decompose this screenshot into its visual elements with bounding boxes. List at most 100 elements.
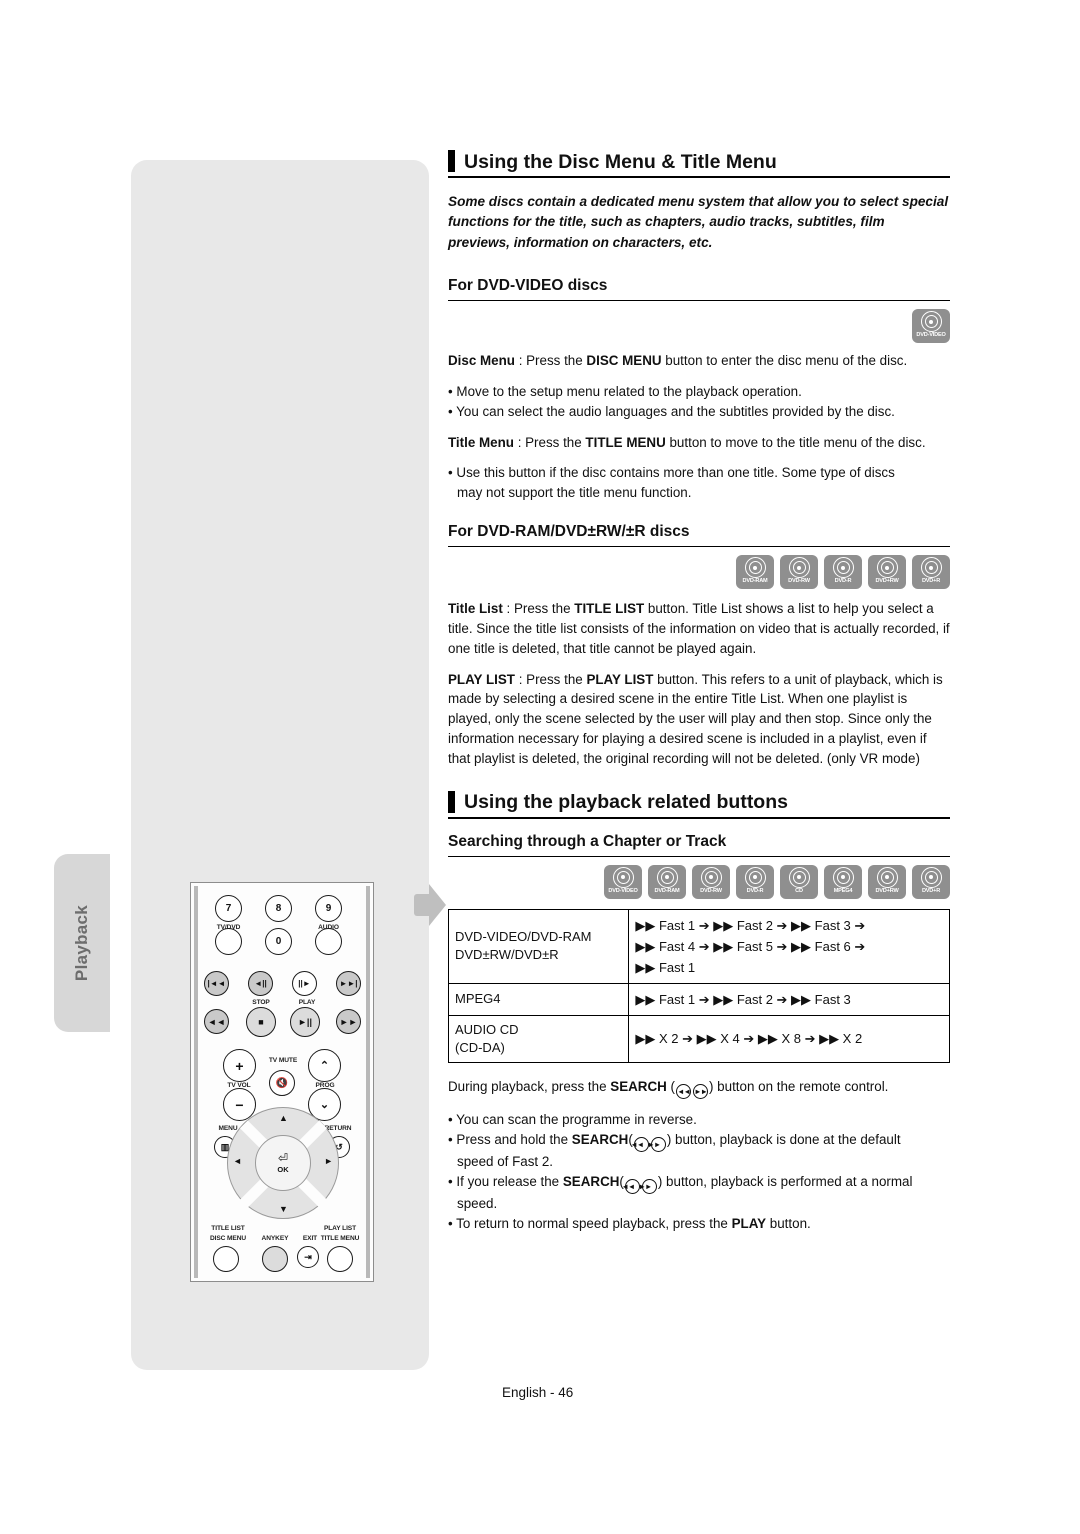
table-cell-disc-type: AUDIO CD (CD-DA) <box>447 1014 630 1063</box>
remote-key-prog-up[interactable]: ⌃ <box>308 1049 341 1082</box>
table-cell-line: ▶▶ Fast 4 ➔ ▶▶ Fast 5 ➔ ▶▶ Fast 6 ➔ <box>635 938 866 954</box>
disc-badge-dvd-ram: DVD-RAM <box>648 864 686 899</box>
key-label: − <box>235 1096 244 1113</box>
list-item: • Move to the setup menu related to the … <box>448 384 802 399</box>
remote-label-title-menu: TITLE MENU <box>320 1235 360 1242</box>
remote-key-9[interactable]: 9 <box>315 895 342 922</box>
remote-key-exit[interactable]: ⇥ <box>297 1246 319 1268</box>
disc-icon <box>920 557 942 579</box>
remote-key-step-forward[interactable]: ||► <box>292 971 317 996</box>
remote-key-tv-mute[interactable]: 🔇 <box>269 1070 295 1096</box>
table-cell-line: AUDIO CD <box>455 1021 519 1037</box>
table-row: AUDIO CD (CD-DA) ▶▶ X 2 ➔ ▶▶ X 4 ➔ ▶▶ X 8 … <box>447 1014 950 1063</box>
section-title: Using the Disc Menu & Title Menu <box>464 150 777 173</box>
ok-label: OK <box>277 1165 289 1174</box>
disc-badge-label: CD <box>795 887 803 894</box>
remote-key-skip-back[interactable]: |◄◄ <box>204 971 229 996</box>
disc-badge-label: DVD+R <box>921 887 941 894</box>
disc-badge-dvd-ram: DVD-RAM <box>736 555 774 590</box>
remote-label-anykey: ANYKEY <box>261 1235 289 1242</box>
forward-search-icon: ►► <box>638 1179 657 1195</box>
remote-key-8[interactable]: 8 <box>265 895 292 922</box>
remote-key-forward-search[interactable]: ►► <box>336 1009 361 1034</box>
remote-key-anykey[interactable] <box>262 1246 288 1272</box>
sidebar-tab-playback: Playback <box>54 854 110 1032</box>
search-speed-table: DVD-VIDEO/DVD-RAM DVD±RW/DVD±R ▶▶ Fast 1 ➔… <box>447 908 950 1063</box>
table-cell-speeds: ▶▶ Fast 1 ➔ ▶▶ Fast 2 ➔ ▶▶ Fast 3 ➔ ▶▶ Fa… <box>628 908 950 984</box>
page-content: Using the Disc Menu & Title Menu Some di… <box>447 150 950 1245</box>
disc-icon <box>656 866 678 888</box>
title-list-label: Title List <box>448 601 503 617</box>
table-cell-line: DVD-VIDEO/DVD-RAM <box>455 929 592 945</box>
bullet-list-title-menu: • Use this button if the disc contains m… <box>448 463 950 503</box>
dpad-right-icon[interactable]: ► <box>324 1156 333 1166</box>
disc-badge-dvd-rw: DVD-RW <box>692 864 730 899</box>
paragraph-title-list: Title List : Press the TITLE LIST button… <box>448 599 950 658</box>
bullet4-post: button. <box>766 1216 811 1232</box>
section-heading-playback-buttons: Using the playback related buttons <box>448 790 950 819</box>
search-intro-pre: During playback, press the <box>448 1078 611 1094</box>
list-item: • Press and hold the SEARCH(◄◄ ►►) button… <box>448 1130 950 1153</box>
disc-badge-label: DVD-RW <box>700 887 722 894</box>
remote-label-title-list: TITLE LIST <box>211 1225 245 1232</box>
disc-badge-label: DVD-RAM <box>742 578 768 585</box>
remote-key-tv-vol-up[interactable]: + <box>223 1049 256 1082</box>
disc-badge-label: DVD-RW <box>788 578 810 585</box>
remote-key-play-pause[interactable]: ►|| <box>290 1007 320 1037</box>
remote-key-7[interactable]: 7 <box>215 895 242 922</box>
bullet3-pre: • If you release the <box>448 1173 563 1189</box>
key-label: + <box>235 1057 244 1074</box>
title-menu-sep: : Press the <box>513 434 586 450</box>
key-label: 0 <box>275 936 282 947</box>
paragraph-search-intro: During playback, press the SEARCH (◄◄ ►►)… <box>448 1077 950 1100</box>
remote-label-tv-mute: TV MUTE <box>268 1057 298 1064</box>
dpad-up-icon[interactable]: ▲ <box>279 1113 288 1123</box>
search-button-name: SEARCH <box>610 1078 667 1094</box>
remote-key-stop[interactable]: ■ <box>246 1007 276 1037</box>
paragraph-play-list: PLAY LIST : Press the PLAY LIST button. … <box>448 670 950 769</box>
remote-key-tv-dvd[interactable] <box>215 928 242 955</box>
disc-icon <box>612 866 634 888</box>
remote-label-play: PLAY <box>298 999 316 1006</box>
remote-key-0[interactable]: 0 <box>265 928 292 955</box>
remote-key-skip-forward[interactable]: ►►| <box>336 971 361 996</box>
remote-label-stop: STOP <box>252 999 270 1006</box>
disc-badge-dvd-rw: DVD-RW <box>780 555 818 590</box>
disc-icon <box>876 557 898 579</box>
disc-menu-sep: : Press the <box>514 353 587 369</box>
search-glyph-wrap: (◄◄ ►► <box>667 1079 709 1100</box>
play-list-label: PLAY LIST <box>448 671 515 687</box>
remote-label-play-list: PLAY LIST <box>323 1225 357 1232</box>
remote-key-audio[interactable] <box>315 928 342 955</box>
disc-badge-cd: CD <box>780 864 818 899</box>
disc-badge-mpeg4: MPEG4 <box>824 864 862 899</box>
remote-key-title-list-disc-menu[interactable] <box>213 1246 239 1272</box>
section-heading-disc-menu: Using the Disc Menu & Title Menu <box>448 150 950 178</box>
remote-key-ok[interactable]: ⏎ OK <box>255 1135 311 1191</box>
disc-badge-label: DVD-VIDEO <box>608 887 638 894</box>
play-button-name: PLAY <box>731 1216 767 1232</box>
disc-menu-button-name: DISC MENU <box>586 353 662 369</box>
disc-icon <box>832 866 854 888</box>
remote-dpad[interactable]: ▲ ▼ ◄ ► ⏎ OK <box>227 1107 339 1219</box>
table-cell-line: ▶▶ Fast 1 <box>635 959 696 975</box>
list-item: • You can scan the programme in reverse. <box>448 1112 697 1128</box>
disc-badge-label: DVD+RW <box>875 887 899 894</box>
disc-badge-label: DVD+RW <box>875 578 899 585</box>
remote-key-step-back[interactable]: ◄|| <box>248 971 273 996</box>
rewind-search-icon: ◄◄ <box>676 1084 691 1100</box>
search-button-name: SEARCH <box>562 1173 620 1189</box>
dpad-down-icon[interactable]: ▼ <box>279 1204 288 1214</box>
dpad-left-icon[interactable]: ◄ <box>233 1156 242 1166</box>
search-intro-post: ) button on the remote control. <box>709 1078 889 1094</box>
bullet-list-search: • You can scan the programme in reverse.… <box>448 1110 950 1234</box>
key-label: 8 <box>275 903 282 914</box>
table-cell-speeds: ▶▶ Fast 1 ➔ ▶▶ Fast 2 ➔ ▶▶ Fast 3 <box>628 982 950 1016</box>
disc-icon <box>788 557 810 579</box>
remote-key-rewind-search[interactable]: ◄◄ <box>204 1009 229 1034</box>
list-item: • If you release the SEARCH(◄◄ ►►) button… <box>448 1172 950 1195</box>
list-item-continuation: speed. <box>457 1196 498 1212</box>
disc-badge-label: DVD-R <box>746 887 764 894</box>
remote-key-play-list-title-menu[interactable] <box>327 1246 353 1272</box>
page-footer: English - 46 <box>502 1385 574 1400</box>
